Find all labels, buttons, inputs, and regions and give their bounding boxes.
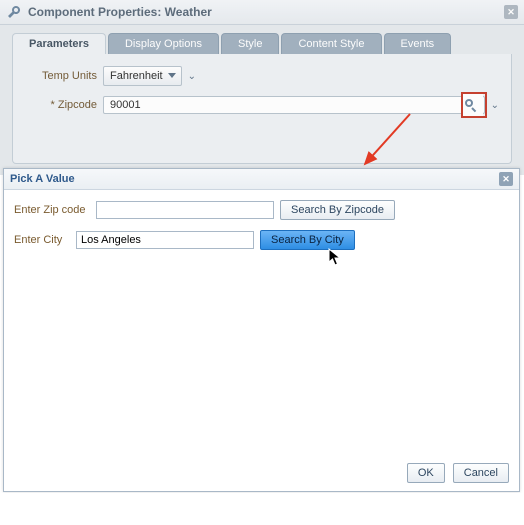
- zipcode-input[interactable]: [103, 96, 485, 114]
- zipcode-row: * Zipcode ⌄: [25, 96, 499, 114]
- zipcode-label: * Zipcode: [25, 99, 97, 111]
- panel-titlebar: Component Properties: Weather ✕: [0, 0, 524, 25]
- ok-button[interactable]: OK: [407, 463, 445, 483]
- enter-zip-label: Enter Zip code: [14, 204, 90, 216]
- wrench-icon: [6, 4, 22, 20]
- panel-title: Component Properties: Weather: [28, 5, 212, 19]
- search-by-zipcode-button[interactable]: Search By Zipcode: [280, 200, 395, 220]
- tab-parameters[interactable]: Parameters: [12, 33, 106, 54]
- chevron-down-icon[interactable]: ⌄: [491, 100, 499, 111]
- close-icon[interactable]: ✕: [504, 5, 518, 19]
- zipcode-input-wrap: [103, 96, 485, 114]
- dialog-title: Pick A Value: [10, 173, 75, 185]
- zipcode-lookup-button[interactable]: [461, 94, 483, 116]
- chevron-down-icon[interactable]: ⌄: [188, 71, 196, 82]
- dialog-titlebar: Pick A Value ✕: [4, 169, 519, 190]
- search-icon: [465, 99, 478, 112]
- page-margin: [0, 493, 524, 525]
- tab-style[interactable]: Style: [221, 33, 279, 54]
- dialog-body: Enter Zip code Search By Zipcode Enter C…: [4, 190, 519, 270]
- tab-events[interactable]: Events: [384, 33, 452, 54]
- zip-input[interactable]: [96, 201, 274, 219]
- enter-city-label: Enter City: [14, 234, 70, 246]
- tab-display-options[interactable]: Display Options: [108, 33, 219, 54]
- city-input[interactable]: [76, 231, 254, 249]
- tab-content-style[interactable]: Content Style: [281, 33, 381, 54]
- tab-strip: Parameters Display Options Style Content…: [0, 25, 524, 54]
- temp-units-label: Temp Units: [25, 70, 97, 82]
- search-by-city-button[interactable]: Search By City: [260, 230, 355, 250]
- temp-units-select[interactable]: Fahrenheit: [103, 66, 182, 86]
- parameters-body: Temp Units Fahrenheit ⌄ * Zipcode ⌄: [12, 54, 512, 164]
- temp-units-value: Fahrenheit: [110, 70, 163, 82]
- pick-a-value-dialog: Pick A Value ✕ Enter Zip code Search By …: [3, 168, 520, 492]
- temp-units-row: Temp Units Fahrenheit ⌄: [25, 66, 499, 86]
- close-icon[interactable]: ✕: [499, 172, 513, 186]
- enter-city-row: Enter City Search By City: [14, 230, 509, 250]
- enter-zip-row: Enter Zip code Search By Zipcode: [14, 200, 509, 220]
- cancel-button[interactable]: Cancel: [453, 463, 509, 483]
- dialog-footer: OK Cancel: [407, 463, 509, 483]
- component-properties-panel: Component Properties: Weather ✕ Paramete…: [0, 0, 524, 175]
